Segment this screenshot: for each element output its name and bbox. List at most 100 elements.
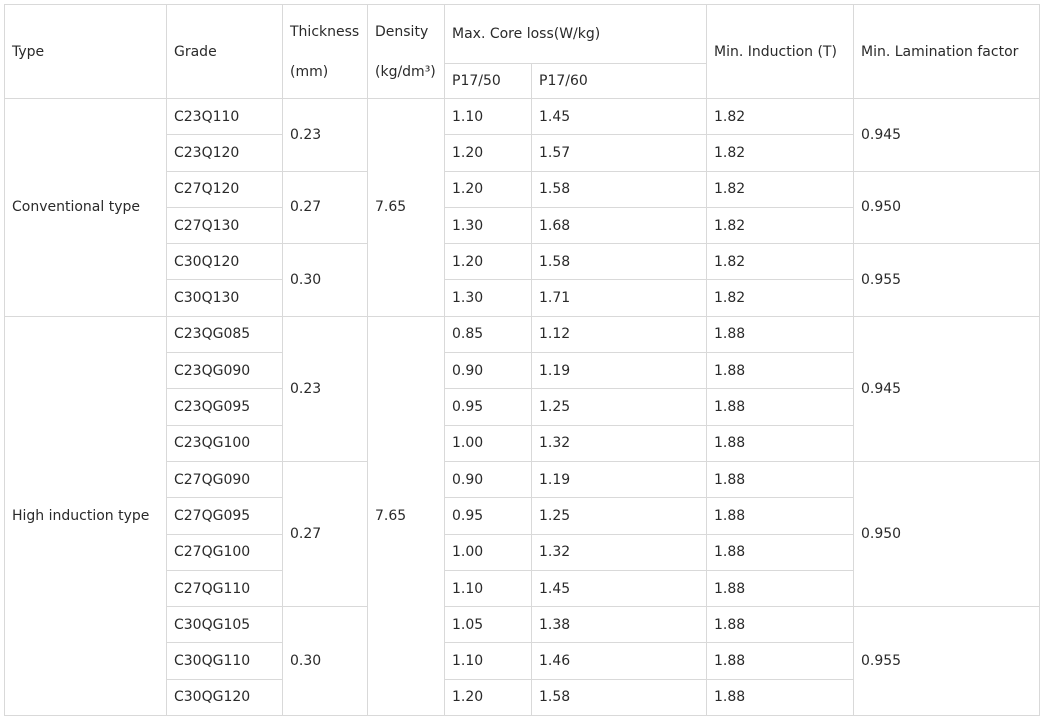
p1760-cell: 1.68 <box>531 206 707 245</box>
p1750-cell: 1.00 <box>444 424 532 462</box>
grade-cell: C27QG100 <box>166 533 283 571</box>
grade-cell: C27QG110 <box>166 569 283 608</box>
thickness-cell: 0.30 <box>282 606 368 717</box>
p1760-cell: 1.58 <box>531 170 707 208</box>
grade-cell: C30QG110 <box>166 642 283 680</box>
induction-cell: 1.88 <box>706 352 854 390</box>
p1750-cell: 1.20 <box>444 170 532 208</box>
grade-cell: C23Q120 <box>166 134 283 172</box>
induction-cell: 1.88 <box>706 315 854 354</box>
header-type: Type <box>4 4 167 99</box>
grade-cell: C30Q130 <box>166 279 283 317</box>
table-body: Type Grade Thickness (mm) Density (kg/dm… <box>4 4 1040 717</box>
header-core-loss: Max. Core loss(W/kg) <box>444 4 707 64</box>
grade-cell: C23QG100 <box>166 424 283 462</box>
header-p1750: P17/50 <box>444 63 532 99</box>
grade-cell: C30QG120 <box>166 678 283 717</box>
header-lamination: Min. Lamination factor <box>853 4 1040 99</box>
p1760-cell: 1.32 <box>531 533 707 571</box>
thickness-cell: 0.23 <box>282 98 368 172</box>
p1750-cell: 0.85 <box>444 315 532 354</box>
p1750-cell: 1.05 <box>444 606 532 644</box>
induction-cell: 1.88 <box>706 460 854 499</box>
thickness-cell: 0.23 <box>282 315 368 462</box>
induction-cell: 1.88 <box>706 497 854 535</box>
p1760-cell: 1.19 <box>531 460 707 499</box>
p1750-cell: 0.95 <box>444 388 532 426</box>
table-row: Conventional type C23Q110 0.23 7.65 1.10 1.45… <box>4 97 1040 317</box>
header-induction: Min. Induction (T) <box>706 4 854 99</box>
header-grade: Grade <box>166 4 283 99</box>
induction-cell: 1.88 <box>706 533 854 571</box>
header-thickness: Thickness (mm) <box>282 4 368 99</box>
header-row: Type Grade Thickness (mm) Density (kg/dm… <box>4 4 1040 99</box>
induction-cell: 1.88 <box>706 678 854 717</box>
induction-cell: 1.82 <box>706 279 854 317</box>
induction-cell: 1.88 <box>706 642 854 680</box>
p1750-cell: 1.10 <box>444 569 532 608</box>
p1750-cell: 1.20 <box>444 243 532 281</box>
induction-cell: 1.82 <box>706 206 854 245</box>
type-cell: Conventional type <box>4 98 167 317</box>
header-density-label: Density <box>375 23 429 40</box>
p1760-cell: 1.12 <box>531 315 707 354</box>
grade-cell: C27Q120 <box>166 170 283 208</box>
thickness-cell: 0.30 <box>282 243 368 317</box>
thickness-cell: 0.27 <box>282 170 368 245</box>
grade-cell: C30Q120 <box>166 243 283 281</box>
induction-cell: 1.82 <box>706 170 854 208</box>
p1750-cell: 0.90 <box>444 352 532 390</box>
p1760-cell: 1.71 <box>531 279 707 317</box>
header-thickness-label: Thickness <box>290 23 360 40</box>
p1750-cell: 1.20 <box>444 678 532 717</box>
lamination-cell: 0.955 <box>853 243 1040 317</box>
grade-cell: C27Q130 <box>166 206 283 245</box>
type-cell: High induction type <box>4 315 167 717</box>
p1750-cell: 1.00 <box>444 533 532 571</box>
grade-cell: C30QG105 <box>166 606 283 644</box>
p1750-cell: 1.30 <box>444 279 532 317</box>
lamination-cell: 0.950 <box>853 170 1040 245</box>
grade-cell: C23Q110 <box>166 97 283 136</box>
header-density: Density (kg/dm³) <box>367 4 445 99</box>
p1760-cell: 1.19 <box>531 352 707 390</box>
grade-cell: C23QG095 <box>166 388 283 426</box>
lamination-cell: 0.945 <box>853 98 1040 172</box>
p1750-cell: 1.10 <box>444 642 532 680</box>
lamination-cell: 0.945 <box>853 315 1040 462</box>
p1750-cell: 0.95 <box>444 497 532 535</box>
p1750-cell: 1.20 <box>444 134 532 172</box>
p1760-cell: 1.45 <box>531 569 707 608</box>
p1760-cell: 1.25 <box>531 497 707 535</box>
induction-cell: 1.82 <box>706 97 854 136</box>
p1760-cell: 1.46 <box>531 642 707 680</box>
p1760-cell: 1.58 <box>531 678 707 717</box>
p1760-cell: 1.38 <box>531 606 707 644</box>
induction-cell: 1.88 <box>706 569 854 608</box>
lamination-cell: 0.950 <box>853 460 1040 608</box>
grade-cell: C23QG090 <box>166 352 283 390</box>
p1760-cell: 1.25 <box>531 388 707 426</box>
density-cell: 7.65 <box>367 98 445 317</box>
lamination-cell: 0.955 <box>853 606 1040 717</box>
induction-cell: 1.88 <box>706 606 854 644</box>
density-cell: 7.65 <box>367 315 445 717</box>
p1760-cell: 1.32 <box>531 424 707 462</box>
p1760-cell: 1.57 <box>531 134 707 172</box>
p1750-cell: 0.90 <box>444 460 532 499</box>
grade-spec-table: Type Grade Thickness (mm) Density (kg/dm… <box>4 4 1040 717</box>
grade-cell: C27QG090 <box>166 460 283 499</box>
table-row: High induction type C23QG085 0.23 7.65 0.85 1… <box>4 315 1040 717</box>
p1750-cell: 1.30 <box>444 206 532 245</box>
p1760-cell: 1.45 <box>531 97 707 136</box>
p1750-cell: 1.10 <box>444 97 532 136</box>
header-p1760: P17/60 <box>531 63 707 99</box>
p1760-cell: 1.58 <box>531 243 707 281</box>
induction-cell: 1.82 <box>706 243 854 281</box>
induction-cell: 1.88 <box>706 388 854 426</box>
grade-cell: C27QG095 <box>166 497 283 535</box>
induction-cell: 1.88 <box>706 424 854 462</box>
grade-cell: C23QG085 <box>166 315 283 354</box>
thickness-cell: 0.27 <box>282 460 368 608</box>
header-density-unit: (kg/dm³) <box>375 63 436 80</box>
